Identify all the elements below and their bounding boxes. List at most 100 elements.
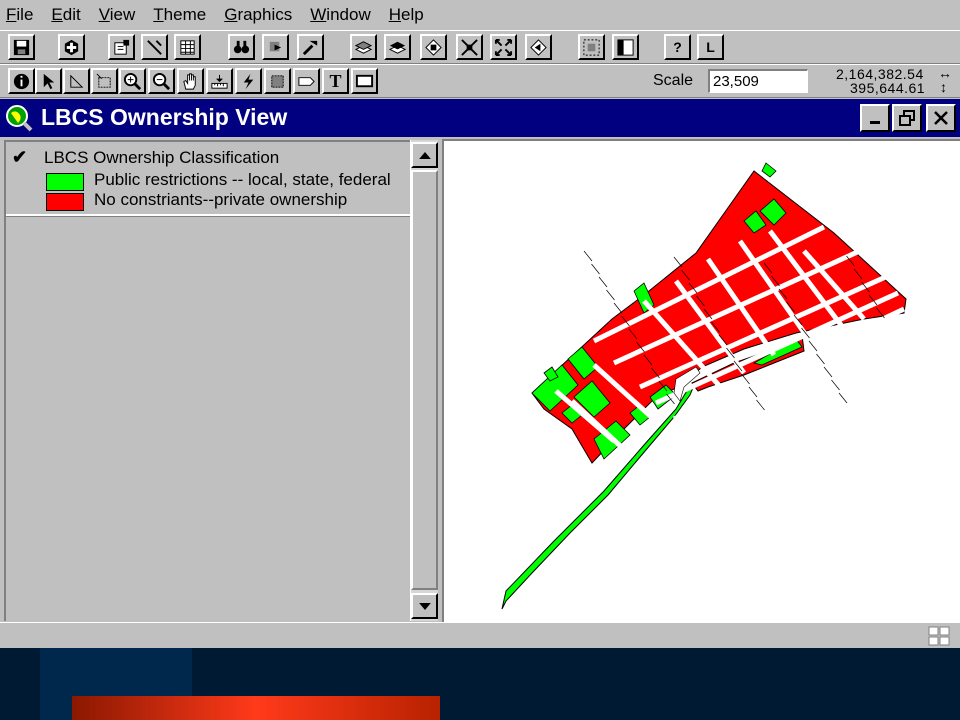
theme-properties-button[interactable] [108,34,135,60]
zoom-to-selected-icon [425,38,442,56]
slide-background [0,648,960,720]
restore-button[interactable] [892,104,922,132]
parcel-boundary [823,366,833,378]
view-title: LBCS Ownership View [41,104,288,130]
scroll-down-icon [418,602,431,610]
hot-link-tool[interactable] [235,68,262,94]
parcel-boundary [606,289,615,301]
scale-label: Scale [653,72,694,89]
theme-visibility-checkbox[interactable]: ✔ [12,147,27,168]
toc-scrollbar[interactable] [410,140,438,621]
tool-bar: T Scale 2,164,382.54 ↔ 395,644.61 ↕ [0,64,960,98]
find-icon [233,40,250,53]
legend-label-private: No constriants--private ownership [94,190,348,209]
add-theme-button[interactable] [58,34,85,60]
menu-window[interactable]: Window [310,5,370,25]
menu-edit[interactable]: Edit [51,5,80,25]
layout-button[interactable]: L [697,34,724,60]
scale-input[interactable] [708,69,808,93]
public-parcel[interactable] [761,162,777,178]
menu-graphics[interactable]: Graphics [224,5,292,25]
menu-theme[interactable]: Theme [153,5,206,25]
label-tool-icon [298,76,315,86]
parcel-boundary [838,392,848,404]
table-of-contents: ✔ LBCS Ownership Classification Public r… [4,140,410,621]
scroll-thumb[interactable] [411,170,438,590]
edit-legend-button[interactable] [141,34,168,60]
select-by-theme-button[interactable] [578,34,605,60]
parcel-boundary [598,276,608,288]
legend-swatch-public [46,173,84,191]
pointer-icon [43,73,55,89]
legend-label-public: Public restrictions -- local, state, fed… [94,170,391,189]
parcel-boundary [831,379,840,391]
measure-tool-icon [211,74,228,89]
view-title-bar[interactable]: LBCS Ownership View [0,99,960,137]
layout-icon: L [706,39,715,55]
select-by-theme-icon [583,38,600,56]
measure-tool[interactable] [206,68,233,94]
pointer-tool[interactable] [35,68,62,94]
zoom-in-icon [461,38,478,56]
status-bar [0,622,960,648]
clear-selection-button[interactable] [612,34,639,60]
menu-file[interactable]: File [6,5,33,25]
area-of-interest-icon [271,74,284,88]
globe-magnifier-icon [6,105,33,132]
open-table-icon [180,39,195,55]
view-window: LBCS Ownership View ✔ LBCS Ownership Cla… [0,99,960,622]
zoom-previous-icon [530,38,547,56]
find-button[interactable] [228,34,255,60]
map-display[interactable] [442,139,960,622]
minimize-button[interactable] [860,104,890,132]
open-table-button[interactable] [174,34,201,60]
zoom-in-tool[interactable] [119,68,146,94]
ownership-map[interactable] [444,141,960,622]
text-tool[interactable]: T [322,68,349,94]
zoom-to-full-extent-icon [354,40,373,54]
zoom-to-selected-button[interactable] [420,34,447,60]
theme-entry[interactable]: ✔ LBCS Ownership Classification Public r… [6,142,410,216]
zoom-out-tool[interactable] [148,68,175,94]
vertex-edit-tool[interactable] [63,68,90,94]
minimize-icon [870,121,880,124]
scroll-down-button[interactable] [411,593,438,619]
pan-tool-icon [183,72,196,90]
help-icon: ? [673,39,682,55]
edit-legend-icon [147,39,162,55]
zoom-in-tool-icon [123,72,142,90]
query-builder-button[interactable] [297,34,324,60]
menu-bar: File Edit View Theme Graphics Window Hel… [0,0,960,30]
label-tool[interactable] [293,68,320,94]
area-of-interest-tool[interactable] [264,68,291,94]
vertex-edit-icon [70,74,84,88]
close-button[interactable] [926,104,956,132]
parcel-boundary [816,353,825,365]
zoom-in-button[interactable] [456,34,483,60]
parcel-boundary [673,256,683,268]
save-button[interactable] [8,34,35,60]
theme-properties-icon [114,39,130,55]
menu-help[interactable]: Help [389,5,424,25]
zoom-to-full-extent-button[interactable] [350,34,377,60]
close-icon [934,111,948,125]
select-feature-tool[interactable] [91,68,118,94]
help-button[interactable]: ? [664,34,691,60]
scroll-up-button[interactable] [411,142,438,168]
scroll-up-icon [418,151,431,159]
add-theme-icon [64,39,79,55]
zoom-previous-button[interactable] [525,34,552,60]
restore-icon [899,110,915,126]
locate-address-button[interactable] [262,34,289,60]
parcel-boundary [583,250,593,262]
menu-view[interactable]: View [99,5,136,25]
zoom-to-active-themes-button[interactable] [384,34,411,60]
tile-windows-icon[interactable] [928,626,950,646]
pan-tool[interactable] [177,68,204,94]
draw-tool[interactable] [351,68,378,94]
identify-icon [13,73,30,89]
zoom-out-button[interactable] [490,34,517,60]
zoom-out-tool-icon [152,72,171,90]
identify-tool[interactable] [8,68,35,94]
zoom-out-icon [494,38,513,56]
